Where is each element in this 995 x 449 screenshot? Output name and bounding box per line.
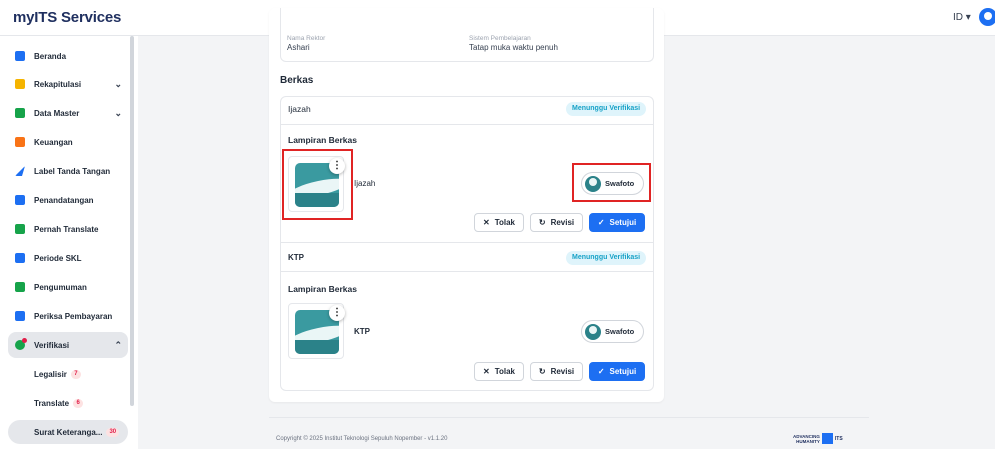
check-icon: ✓ [597, 218, 605, 227]
sistem-label: Sistem Pembelajaran [469, 35, 531, 42]
calendar-icon [15, 253, 25, 263]
sidebar-scrollbar[interactable] [130, 36, 134, 406]
announcement-icon [15, 282, 25, 292]
divider [281, 242, 653, 243]
attachment-title: Lampiran Berkas [288, 135, 357, 145]
divider [281, 124, 653, 125]
count-badge: 30 [106, 427, 120, 437]
sidebar-item-periode-skl[interactable]: Periode SKL [8, 245, 128, 271]
status-badge: Menunggu Verifikasi [566, 102, 647, 116]
sidebar-item-data-master[interactable]: Data Master ⌄ [8, 100, 128, 126]
highlight-box [572, 163, 651, 202]
wallet-icon [15, 137, 25, 147]
user-avatar-icon[interactable] [979, 8, 995, 26]
chevron-down-icon: ▾ [965, 12, 971, 23]
divider [281, 271, 653, 272]
sistem-value: Tatap muka waktu penuh [469, 43, 558, 52]
its-logo-icon [821, 433, 833, 444]
document-title: Ijazah [288, 104, 311, 114]
copyright-text: Copyright © 2025 Institut Teknologi Sepu… [276, 436, 448, 442]
sidebar-item-pernah-translate[interactable]: Pernah Translate [8, 216, 128, 242]
footer-divider [269, 417, 869, 418]
notification-dot [22, 338, 27, 343]
translate-icon [15, 224, 25, 234]
highlight-box [282, 149, 353, 220]
send-icon [15, 166, 25, 176]
count-badge: 7 [70, 369, 81, 379]
data-icon [15, 108, 25, 118]
sidebar [0, 36, 138, 449]
revise-button[interactable]: ↻ Revisi [530, 362, 583, 381]
check-icon: ✓ [597, 367, 605, 376]
sidebar-item-rekapitulasi[interactable]: Rekapitulasi ⌄ [8, 71, 128, 97]
verify-icon [15, 338, 27, 350]
sidebar-subitem-legalisir[interactable]: Legalisir 7 [8, 362, 128, 386]
chevron-up-icon: ⌃ [114, 340, 122, 350]
sidebar-item-periksa-pembayaran[interactable]: Periksa Pembayaran [8, 303, 128, 329]
reject-button[interactable]: ✕ Tolak [474, 362, 524, 381]
sidebar-item-pengumuman[interactable]: Pengumuman [8, 274, 128, 300]
file-name: KTP [354, 327, 370, 336]
payment-check-icon [15, 311, 25, 321]
file-name: Ijazah [354, 179, 376, 188]
rektor-value: Ashari [287, 43, 310, 52]
sidebar-item-label-tanda-tangan[interactable]: Label Tanda Tangan [8, 158, 128, 184]
swafoto-button[interactable]: Swafoto [581, 320, 644, 343]
more-options-icon[interactable]: ⋮ [329, 305, 345, 321]
selfie-icon [585, 323, 601, 340]
language-selector[interactable]: ID ▾ [953, 12, 971, 23]
approve-button[interactable]: ✓ Setujui [589, 213, 645, 232]
revise-button[interactable]: ↻ Revisi [530, 213, 583, 232]
refresh-icon: ↻ [538, 218, 546, 227]
chevron-down-icon: ⌄ [114, 108, 122, 118]
attachment-title: Lampiran Berkas [288, 284, 357, 294]
app-logo[interactable]: myITS Services [13, 9, 121, 26]
document-title: KTP [288, 253, 304, 262]
sidebar-item-keuangan[interactable]: Keuangan [8, 129, 128, 155]
approve-button[interactable]: ✓ Setujui [589, 362, 645, 381]
footer-logo: ADVANCING HUMANITY ITS [793, 433, 843, 444]
berkas-title: Berkas [280, 75, 314, 86]
status-badge: Menunggu Verifikasi [566, 251, 647, 265]
info-box [280, 8, 654, 62]
table-icon [15, 79, 25, 89]
sidebar-item-penandatangan[interactable]: Penandatangan [8, 187, 128, 213]
sidebar-subitem-translate[interactable]: Translate 6 [8, 391, 128, 415]
chevron-down-icon: ⌄ [114, 79, 122, 89]
reject-button[interactable]: ✕ Tolak [474, 213, 524, 232]
count-badge: 6 [73, 398, 84, 408]
sidebar-subitem-surat-keterangan[interactable]: Surat Keteranga... 30 [8, 420, 128, 444]
close-icon: ✕ [482, 218, 490, 227]
sidebar-item-verifikasi[interactable]: Verifikasi ⌃ [8, 332, 128, 358]
rektor-label: Nama Rektor [287, 35, 326, 42]
signer-icon [15, 195, 25, 205]
sidebar-item-beranda[interactable]: Beranda [8, 43, 128, 69]
refresh-icon: ↻ [538, 367, 546, 376]
home-icon [15, 51, 25, 61]
close-icon: ✕ [482, 367, 490, 376]
